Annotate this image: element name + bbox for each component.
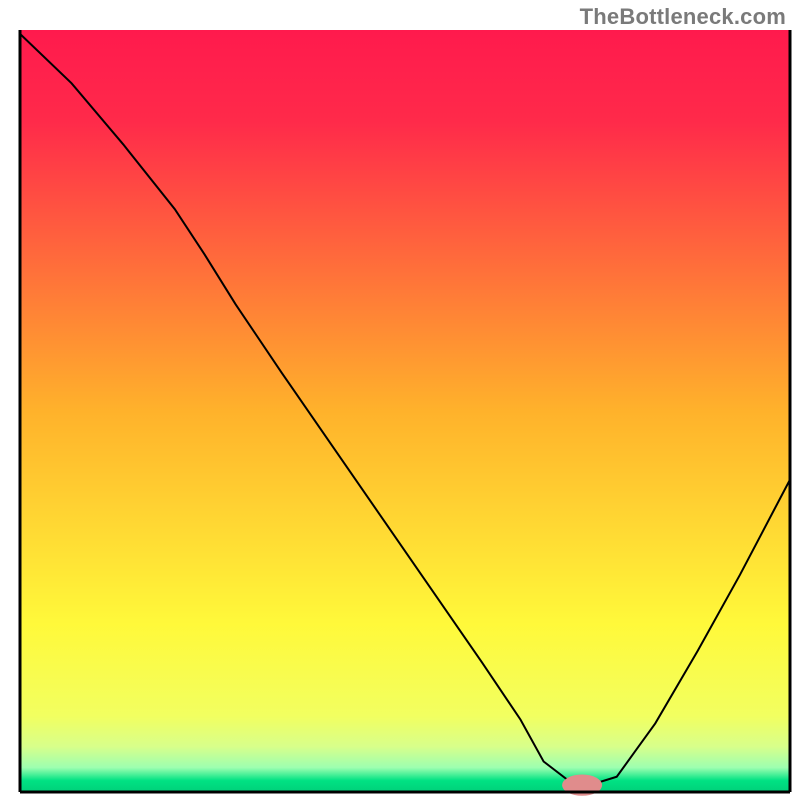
chart-svg — [0, 0, 800, 800]
gradient-background — [20, 30, 790, 792]
bottleneck-chart: TheBottleneck.com — [0, 0, 800, 800]
watermark-text: TheBottleneck.com — [580, 4, 786, 30]
